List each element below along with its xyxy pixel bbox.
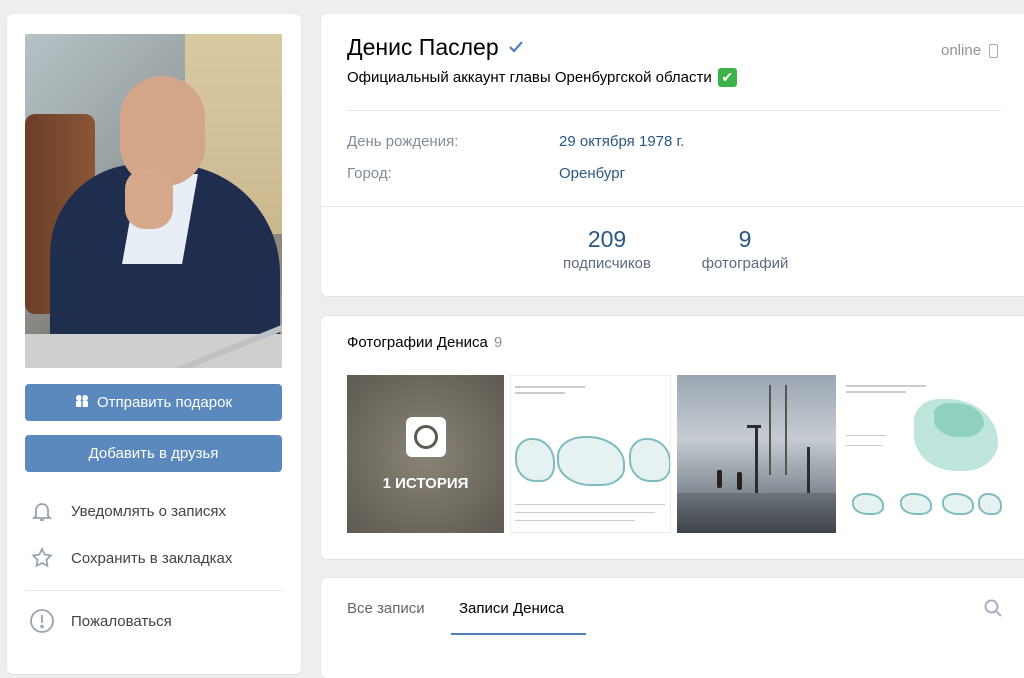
photo-thumbnail[interactable] [677,375,836,533]
thumbnail-map-shape [942,493,974,515]
thumbnail-line [515,392,565,394]
profile-name-row: Денис Паслер [347,34,523,61]
add-friend-button[interactable]: Добавить в друзья [25,435,282,472]
profile-info-card: Денис Паслер Официальный аккаунт главы О… [321,14,1024,296]
avatar-head [120,76,205,186]
thumbnail-map-shape [629,438,670,482]
add-friend-label: Добавить в друзья [88,445,219,462]
photos-title[interactable]: Фотографии Дениса 9 [347,334,502,351]
profile-name: Денис Паслер [347,34,499,60]
followers-number: 209 [587,226,627,252]
followers-label: подписчиков [563,255,651,272]
thumbnail-person [737,472,742,490]
profile-status: Официальный аккаунт главы Оренбургской о… [347,68,737,87]
thumbnail-line [515,386,585,388]
report-action[interactable]: Пожаловаться [27,606,287,636]
verified-check-icon[interactable] [508,38,523,58]
photos-number: 9 [738,226,752,252]
notify-posts-label: Уведомлять о записях [71,502,226,520]
birthday-value[interactable]: 29 октября 1978 г. [559,133,684,150]
avatar-hand [125,169,173,229]
thumbnail-map-shape [900,493,932,515]
thumbnail-line [846,391,906,393]
photo-thumbnail[interactable] [510,375,671,533]
photos-card: Фотографии Дениса 9 1 ИСТОРИЯ [321,316,1024,559]
bell-icon [27,496,57,526]
story-camera-icon [405,416,446,457]
thumbnail-line [515,512,655,513]
birthday-label: День рождения: [347,133,459,150]
mobile-phone-icon [989,43,999,58]
profile-avatar[interactable] [25,34,282,368]
photos-label: фотографий [701,255,789,272]
followers-counter[interactable]: 209 подписчиков [549,226,665,272]
profile-divider [347,110,1001,111]
profile-sidebar: Отправить подарок Добавить в друзья Увед… [7,14,301,674]
warning-icon [27,606,57,636]
star-icon [27,543,57,573]
thumbnail-line [846,385,926,387]
status-text: Официальный аккаунт главы Оренбургской о… [347,69,712,86]
send-gift-button[interactable]: Отправить подарок [25,384,282,421]
thumbnail-road [677,493,836,533]
thumbnail-person [717,470,722,488]
photos-title-count: 9 [493,334,503,351]
online-indicator: online [941,42,999,59]
thumbnail-map-shape [852,493,884,515]
thumbnail-line [846,435,886,436]
thumbnail-map-shape [978,493,1002,515]
photos-title-text: Фотографии Дениса [347,334,488,351]
photo-thumbnail[interactable] [842,375,1002,533]
tab-all-posts[interactable]: Все записи [347,600,425,617]
city-label: Город: [347,165,392,182]
online-text: online [941,42,982,59]
thumbnail-line [515,504,665,505]
notify-posts-action[interactable]: Уведомлять о записях [27,496,287,526]
tab-owner-posts[interactable]: Записи Дениса [459,600,564,617]
gift-icon [75,394,89,411]
story-tile[interactable]: 1 ИСТОРИЯ [347,375,504,533]
city-value[interactable]: Оренбург [559,165,625,182]
thumbnail-line [846,445,882,446]
thumbnail-map-shape [515,438,555,482]
thumbnail-line [515,520,635,521]
bookmark-action[interactable]: Сохранить в закладках [27,543,287,573]
report-label: Пожаловаться [71,612,172,630]
bookmark-label: Сохранить в закладках [71,549,233,567]
sidebar-divider [25,590,282,591]
photos-counter[interactable]: 9 фотографий [689,226,801,272]
thumbnail-lamp [747,425,761,428]
check-mark-emoji-icon: ✔ [717,68,737,87]
search-icon[interactable] [983,598,1003,618]
story-label: 1 ИСТОРИЯ [382,474,469,492]
active-tab-underline [451,633,586,635]
thumbnail-tower [769,385,787,475]
send-gift-label: Отправить подарок [96,394,233,411]
wall-card: Все записи Записи Дениса [321,578,1024,678]
counters-divider [321,206,1024,207]
thumbnail-map-shape [557,436,625,486]
